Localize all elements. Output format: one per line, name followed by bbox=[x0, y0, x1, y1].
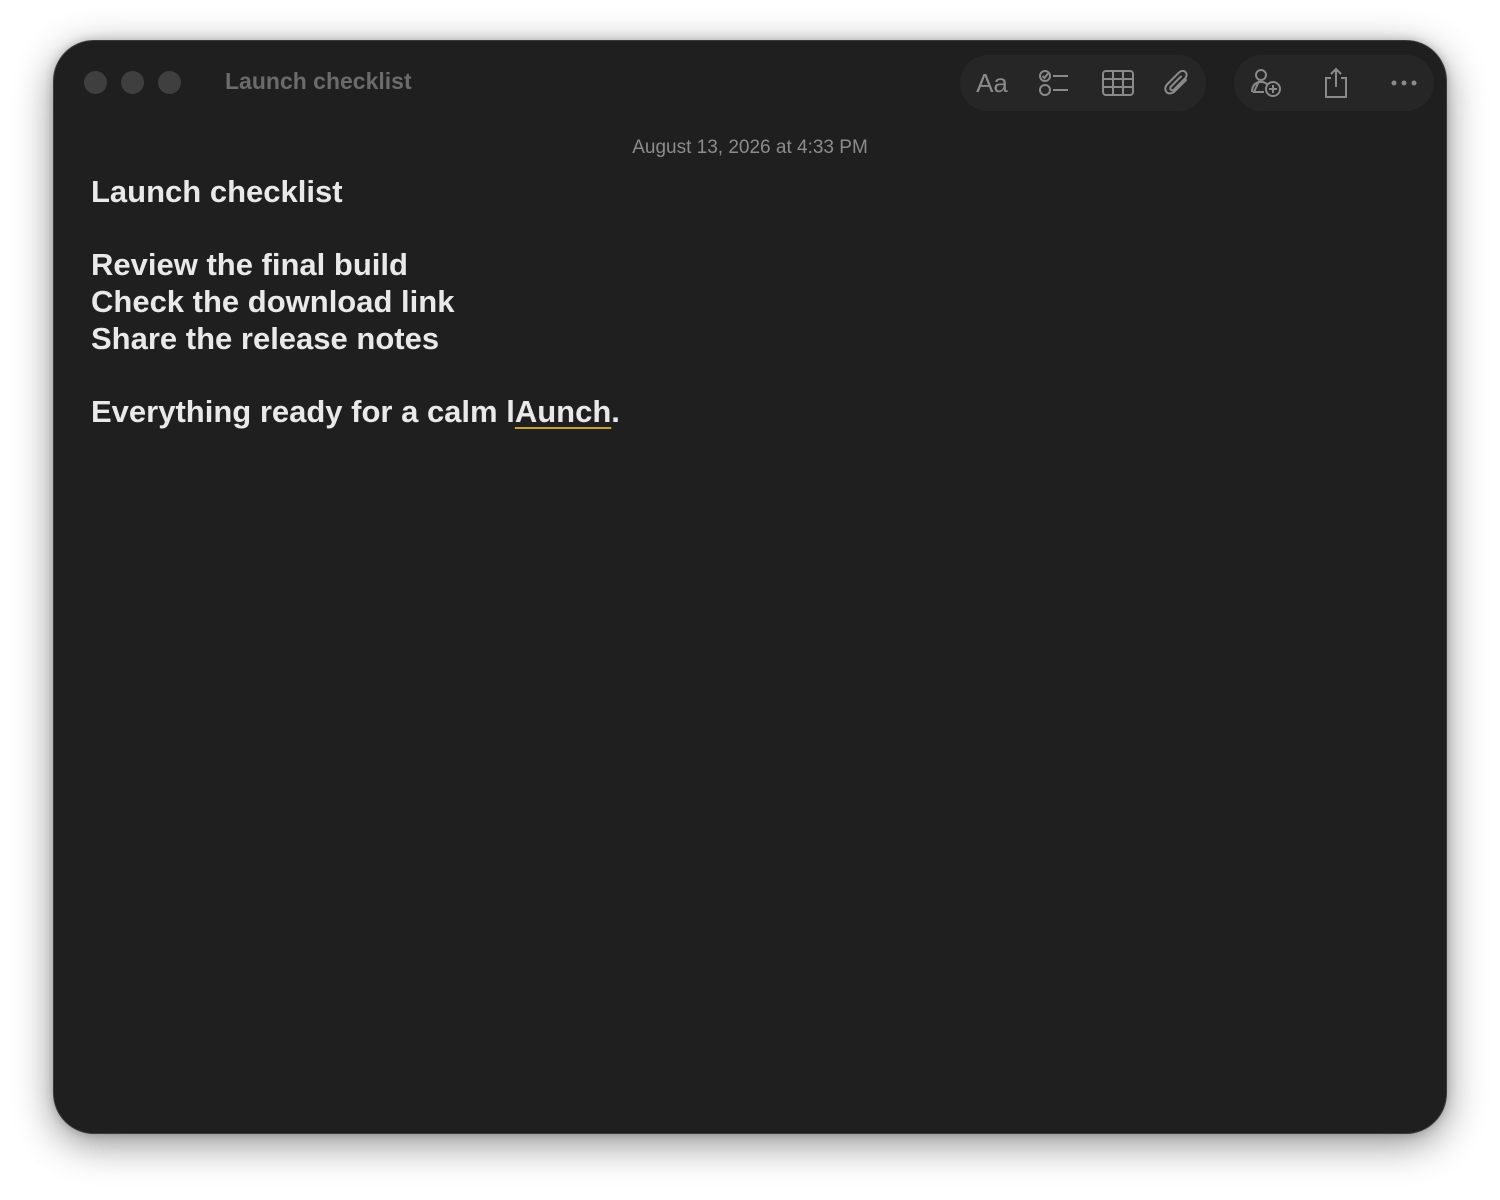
checklist-button[interactable] bbox=[1034, 55, 1074, 111]
attachment-icon bbox=[1164, 69, 1188, 95]
table-icon bbox=[1102, 70, 1134, 96]
attachment-button[interactable] bbox=[1158, 55, 1198, 111]
share-button[interactable] bbox=[1316, 55, 1356, 111]
minimize-button[interactable] bbox=[121, 71, 144, 94]
collaborate-icon bbox=[1251, 69, 1281, 97]
closing-text: Everything ready for a calm l bbox=[91, 394, 515, 429]
note-editor[interactable]: Launch checklist Review the final build … bbox=[91, 173, 620, 430]
closing-punctuation: . bbox=[611, 394, 620, 429]
misspelled-word[interactable]: Aunch bbox=[515, 394, 611, 429]
format-label: Aa bbox=[976, 67, 1008, 98]
note-line-3: Share the release notes bbox=[91, 321, 440, 356]
share-toolbar-group bbox=[1234, 55, 1434, 111]
format-toolbar-group: Aa bbox=[960, 55, 1206, 111]
note-closing-line: Everything ready for a calm lAunch. bbox=[91, 393, 620, 430]
window-title: Launch checklist bbox=[225, 68, 412, 94]
more-button[interactable] bbox=[1384, 55, 1424, 111]
checklist-icon bbox=[1039, 70, 1068, 96]
table-button[interactable] bbox=[1098, 55, 1138, 111]
note-title: Launch checklist bbox=[91, 174, 343, 209]
notes-window: Launch checklist Aa August 13, 2026 at 4… bbox=[54, 41, 1446, 1133]
close-button[interactable] bbox=[84, 71, 107, 94]
note-line-2: Check the download link bbox=[91, 284, 455, 319]
more-icon bbox=[1391, 80, 1417, 86]
note-line-1: Review the final build bbox=[91, 247, 408, 282]
zoom-button[interactable] bbox=[158, 71, 181, 94]
window-controls bbox=[84, 71, 181, 94]
collaborate-button[interactable] bbox=[1246, 55, 1286, 111]
note-timestamp: August 13, 2026 at 4:33 PM bbox=[632, 137, 868, 158]
share-icon bbox=[1325, 67, 1347, 98]
format-button[interactable]: Aa bbox=[972, 55, 1012, 111]
